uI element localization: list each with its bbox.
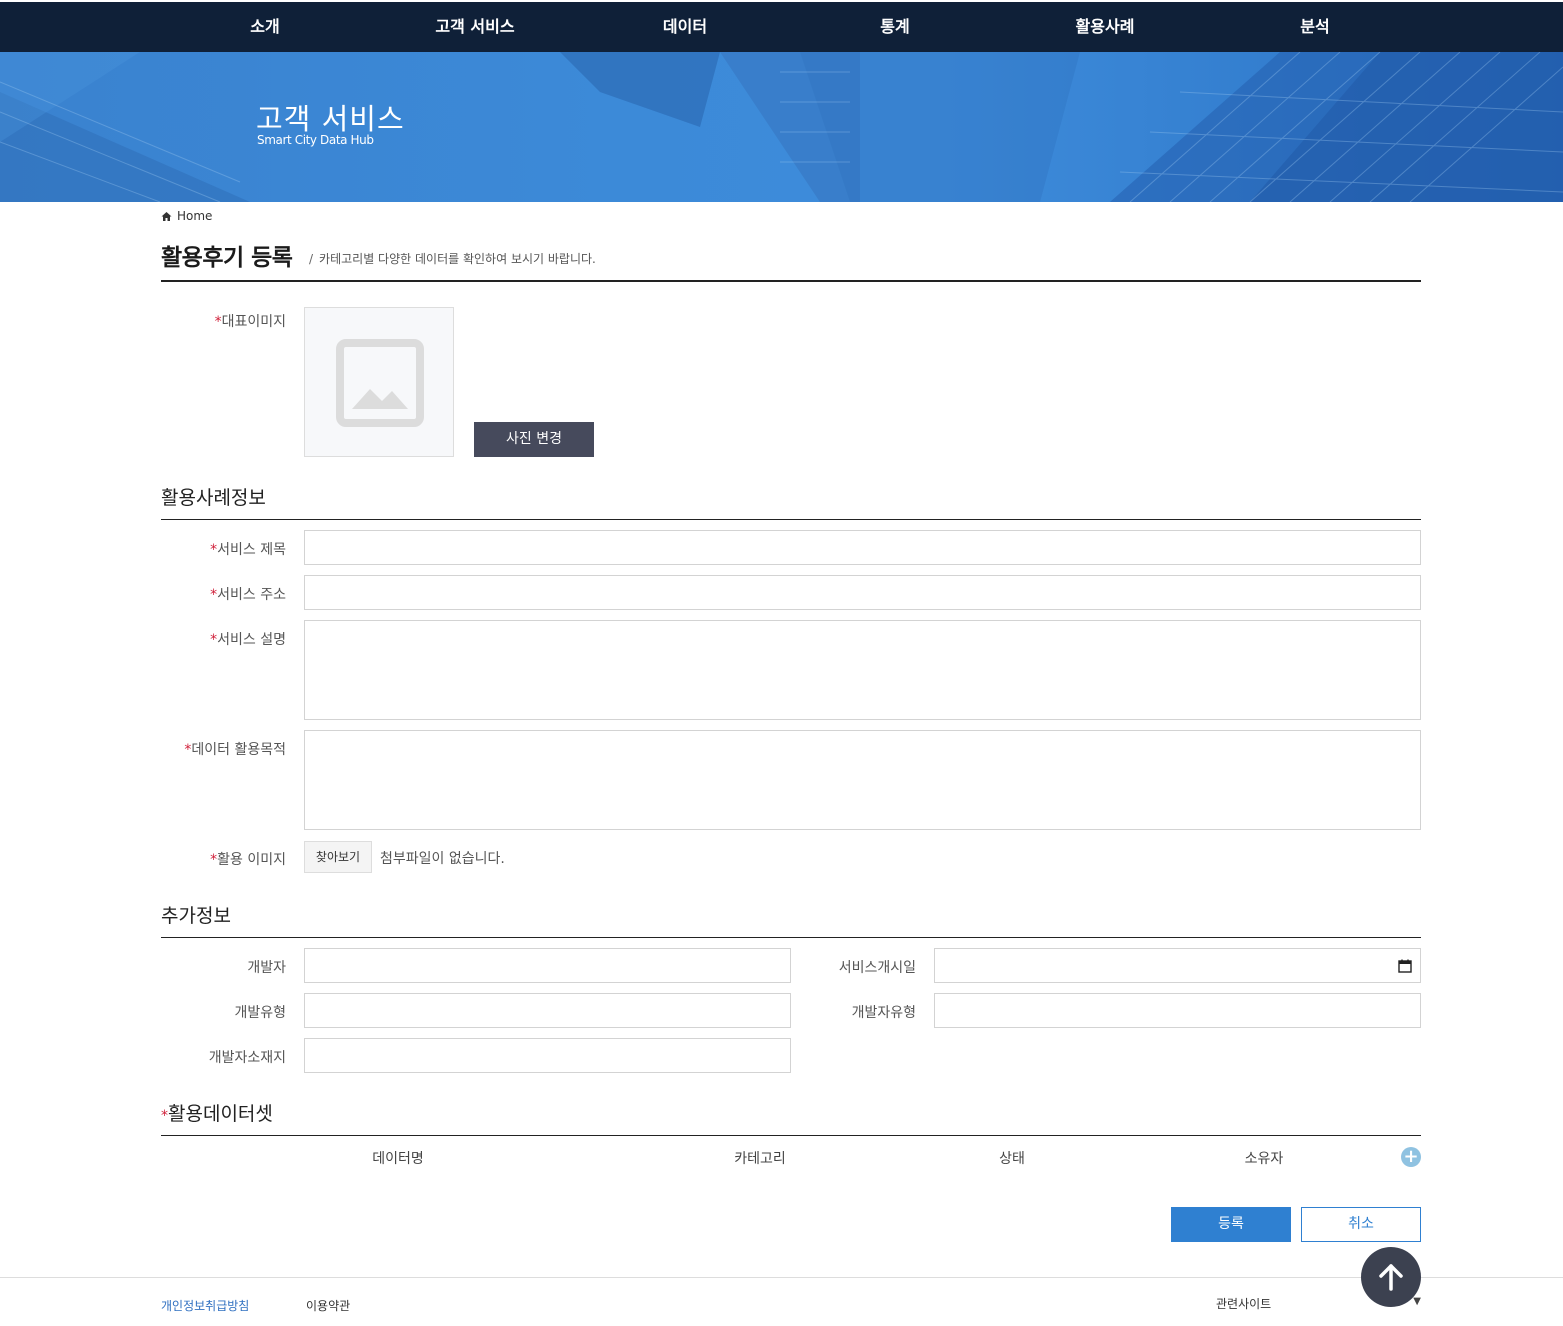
nav-item-intro[interactable]: 소개	[185, 2, 345, 52]
service-address-input[interactable]	[304, 575, 1421, 610]
service-description-label: *서비스 설명	[210, 632, 286, 648]
extra-info-section-title: 추가정보	[161, 905, 231, 927]
service-description-textarea[interactable]	[304, 620, 1421, 720]
developer-location-input[interactable]	[304, 1038, 791, 1073]
nav-item-use-cases[interactable]: 활용사례	[1025, 2, 1185, 52]
scroll-top-button[interactable]	[1361, 1247, 1421, 1307]
required-mark: *	[161, 1108, 168, 1124]
breadcrumb: Home	[161, 209, 212, 223]
hero-banner: 고객 서비스 Smart City Data Hub	[0, 52, 1563, 202]
nav-item-statistics[interactable]: 통계	[815, 2, 975, 52]
service-address-label: *서비스 주소	[210, 587, 286, 603]
service-start-date-label: 서비스개시일	[838, 960, 916, 976]
case-info-section-title: 활용사례정보	[161, 487, 266, 509]
dev-type-label: 개발유형	[234, 1005, 286, 1021]
column-header-owner: 소유자	[1244, 1151, 1284, 1167]
developer-type-label: 개발자유형	[851, 1005, 916, 1021]
change-photo-button[interactable]: 사진 변경	[474, 422, 594, 457]
hero-title: 고객 서비스	[256, 102, 405, 136]
required-mark: *	[214, 314, 222, 330]
service-title-input[interactable]	[304, 530, 1421, 565]
terms-link[interactable]: 이용약관	[306, 1297, 350, 1314]
nav-item-customer-service[interactable]: 고객 서비스	[395, 2, 555, 52]
service-title-label: *서비스 제목	[210, 542, 286, 558]
nav-item-data[interactable]: 데이터	[605, 2, 765, 52]
data-purpose-textarea[interactable]	[304, 730, 1421, 830]
case-info-divider	[161, 519, 1421, 520]
dataset-divider	[161, 1135, 1421, 1136]
top-navigation: 소개 고객 서비스 데이터 통계 활용사례 분석	[0, 2, 1563, 52]
representative-image-label: *대표이미지	[214, 314, 286, 330]
column-header-category: 카테고리	[734, 1151, 786, 1167]
hero-subtitle: Smart City Data Hub	[257, 133, 374, 147]
calendar-icon[interactable]	[1398, 959, 1412, 973]
service-start-date-input[interactable]	[934, 948, 1421, 983]
usage-image-label: *활용 이미지	[210, 852, 286, 868]
hero-building-background	[0, 52, 1563, 202]
page-title: 활용후기 등록	[161, 245, 293, 271]
title-separator: /	[309, 252, 314, 266]
cancel-button[interactable]: 취소	[1301, 1207, 1421, 1242]
home-icon	[161, 211, 172, 221]
page-description-text: 카테고리별 다양한 데이터를 확인하여 보시기 바랍니다.	[319, 252, 596, 266]
developer-label: 개발자	[247, 960, 286, 976]
file-status-text: 첨부파일이 없습니다.	[380, 851, 505, 867]
column-header-data-name: 데이터명	[372, 1151, 424, 1167]
developer-location-label: 개발자소재지	[208, 1050, 286, 1066]
data-purpose-label: *데이터 활용목적	[184, 742, 286, 758]
page-description: / 카테고리별 다양한 데이터를 확인하여 보시기 바랍니다.	[309, 250, 596, 267]
representative-image-preview	[304, 307, 454, 457]
title-divider	[161, 280, 1421, 282]
image-placeholder-icon	[336, 339, 424, 427]
add-dataset-icon[interactable]: +	[1401, 1147, 1421, 1167]
footer-divider	[0, 1277, 1563, 1278]
dataset-section-title: *활용데이터셋	[161, 1103, 273, 1125]
nav-item-analysis[interactable]: 분석	[1235, 2, 1395, 52]
breadcrumb-home[interactable]: Home	[177, 209, 212, 223]
privacy-policy-link[interactable]: 개인정보취급방침	[161, 1297, 249, 1314]
related-sites-label: 관련사이트	[1216, 1297, 1272, 1311]
arrow-up-icon	[1379, 1264, 1403, 1291]
extra-info-divider	[161, 937, 1421, 938]
submit-button[interactable]: 등록	[1171, 1207, 1291, 1242]
chevron-down-icon: ▼	[1413, 1296, 1421, 1307]
column-header-status: 상태	[999, 1151, 1025, 1167]
browse-file-button[interactable]: 찾아보기	[304, 841, 372, 873]
developer-type-input[interactable]	[934, 993, 1421, 1028]
